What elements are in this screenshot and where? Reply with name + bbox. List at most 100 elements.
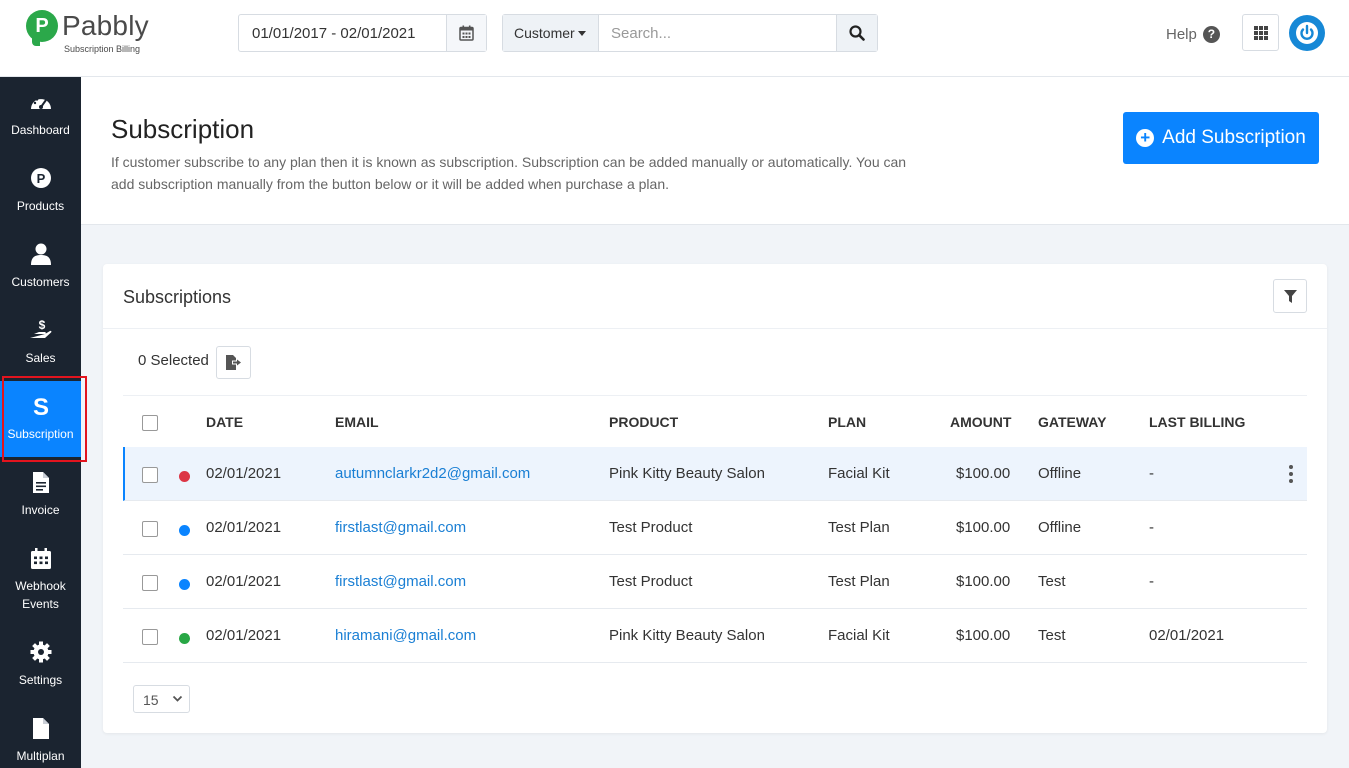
top-bar: P Pabbly Subscription Billing 01/01/2017… [0, 0, 1349, 77]
column-date[interactable]: DATE [206, 414, 243, 430]
table-header: DATE EMAIL PRODUCT PLAN AMOUNT GATEWAY L… [123, 395, 1307, 447]
cell-gateway: Test [1038, 573, 1066, 590]
sidebar-item-label: Sales [25, 351, 56, 365]
products-p-icon: P [0, 167, 81, 189]
sidebar-item-subscription[interactable]: S Subscription [0, 381, 81, 457]
sidebar-item-label: Webhook Events [15, 579, 66, 611]
sidebar-item-customers[interactable]: Customers [0, 229, 81, 305]
cell-last-billing: 02/01/2021 [1149, 627, 1225, 644]
cell-plan: Facial Kit [828, 627, 890, 644]
cell-product: Pink Kitty Beauty Salon [609, 627, 765, 644]
row-checkbox[interactable] [142, 629, 158, 645]
search-button[interactable] [836, 15, 877, 51]
status-dot [179, 633, 190, 644]
table-row[interactable]: 02/01/2021 firstlast@gmail.com Test Prod… [123, 555, 1307, 609]
calendar-icon [0, 547, 81, 569]
cell-email-link[interactable]: firstlast@gmail.com [335, 573, 466, 590]
row-checkbox[interactable] [142, 521, 158, 537]
cell-date: 02/01/2021 [206, 627, 282, 644]
logo-text: Pabbly [62, 10, 149, 41]
sidebar-item-invoice[interactable]: Invoice [0, 457, 81, 533]
logo-mark-icon: P [26, 10, 58, 46]
card-divider [103, 328, 1327, 329]
pabbly-logo[interactable]: P Pabbly Subscription Billing [26, 10, 156, 60]
add-subscription-label: Add Subscription [1162, 127, 1306, 148]
filter-button[interactable] [1273, 279, 1307, 313]
date-range-value: 01/01/2017 - 02/01/2021 [252, 25, 416, 42]
table-row[interactable]: 02/01/2021 firstlast@gmail.com Test Prod… [123, 501, 1307, 555]
cell-gateway: Test [1038, 627, 1066, 644]
sidebar-item-products[interactable]: P Products [0, 153, 81, 229]
calendar-icon [459, 25, 474, 41]
cell-product: Test Product [609, 519, 693, 536]
help-link[interactable]: Help ? [1166, 26, 1220, 43]
cell-last-billing: - [1149, 465, 1154, 482]
export-button[interactable] [216, 346, 251, 379]
search-input[interactable] [600, 15, 838, 51]
cell-last-billing: - [1149, 519, 1154, 536]
table-row[interactable]: 02/01/2021 autumnclarkr2d2@gmail.com Pin… [123, 447, 1307, 501]
cell-email-link[interactable]: firstlast@gmail.com [335, 519, 466, 536]
column-email[interactable]: EMAIL [335, 414, 379, 430]
column-gateway[interactable]: GATEWAY [1038, 414, 1106, 430]
sidebar-item-settings[interactable]: Settings [0, 627, 81, 703]
page-size-value: 15 [143, 692, 159, 708]
sidebar-item-multiplan[interactable]: Multiplan [0, 703, 81, 768]
search-icon [849, 25, 865, 41]
page-title: Subscription [111, 114, 255, 144]
subscriptions-card: Subscriptions 0 Selected DATE EMAIL PROD… [103, 264, 1327, 733]
power-icon [1296, 22, 1318, 44]
svg-text:P: P [36, 171, 45, 186]
invoice-file-icon [0, 471, 81, 493]
row-checkbox[interactable] [142, 575, 158, 591]
page-description: If customer subscribe to any plan then i… [111, 154, 907, 192]
cell-plan: Facial Kit [828, 465, 890, 482]
cell-amount: $100.00 [956, 627, 1011, 644]
search-filter-label: Customer [514, 25, 575, 41]
question-circle-icon: ? [1202, 26, 1220, 43]
cell-plan: Test Plan [828, 519, 890, 536]
column-amount[interactable]: AMOUNT [950, 414, 1011, 430]
add-subscription-button[interactable]: + Add Subscription [1123, 112, 1319, 164]
page-size-select[interactable]: 15 [133, 685, 190, 713]
apps-grid-button[interactable] [1242, 14, 1279, 51]
chevron-down-icon [172, 695, 183, 702]
hand-dollar-icon: $ [0, 319, 81, 341]
gear-icon [0, 641, 81, 663]
cell-email-link[interactable]: autumnclarkr2d2@gmail.com [335, 465, 530, 482]
sidebar: Dashboard P Products Customers $ Sales S… [0, 77, 81, 768]
date-range-picker[interactable]: 01/01/2017 - 02/01/2021 [238, 14, 487, 52]
sidebar-item-dashboard[interactable]: Dashboard [0, 77, 81, 153]
svg-text:$: $ [38, 319, 45, 332]
page-header: Subscription If customer subscribe to an… [81, 77, 1349, 225]
cell-date: 02/01/2021 [206, 573, 282, 590]
column-plan[interactable]: PLAN [828, 414, 866, 430]
help-label: Help [1166, 26, 1197, 43]
cell-email-link[interactable]: hiramani@gmail.com [335, 627, 476, 644]
column-product[interactable]: PRODUCT [609, 414, 678, 430]
filter-icon [1283, 289, 1297, 303]
cell-last-billing: - [1149, 573, 1154, 590]
selected-count: 0 Selected [138, 352, 209, 369]
logo-subtitle: Subscription Billing [64, 44, 141, 54]
caret-down-icon [577, 30, 586, 36]
account-power-button[interactable] [1289, 15, 1325, 51]
sidebar-item-label: Subscription [7, 427, 74, 441]
cell-gateway: Offline [1038, 519, 1082, 536]
sidebar-item-sales[interactable]: $ Sales [0, 305, 81, 381]
status-dot [179, 525, 190, 536]
search-filter-dropdown[interactable]: Customer [503, 15, 599, 51]
svg-text:S: S [32, 395, 48, 417]
status-dot [179, 579, 190, 590]
cell-date: 02/01/2021 [206, 519, 282, 536]
row-checkbox[interactable] [142, 467, 158, 483]
select-all-checkbox[interactable] [142, 415, 158, 431]
dashboard-gauge-icon [0, 91, 81, 113]
table-row[interactable]: 02/01/2021 hiramani@gmail.com Pink Kitty… [123, 609, 1307, 663]
row-actions-kebab-icon[interactable] [1287, 465, 1295, 483]
sidebar-item-webhook-events[interactable]: Webhook Events [0, 533, 81, 627]
sidebar-item-label: Customers [11, 275, 70, 289]
calendar-button[interactable] [446, 15, 486, 51]
cell-amount: $100.00 [956, 465, 1011, 482]
column-last-billing[interactable]: LAST BILLING [1149, 414, 1245, 430]
